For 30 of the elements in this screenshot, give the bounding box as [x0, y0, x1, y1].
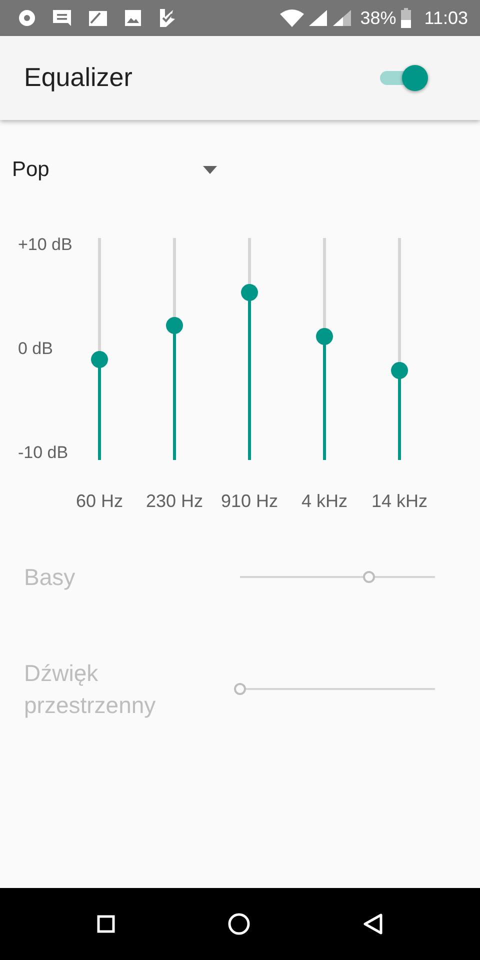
- db-label: 0 dB: [18, 338, 54, 360]
- disc-icon: [18, 9, 36, 27]
- circle-icon: [228, 912, 250, 935]
- effect-label: Basy: [24, 562, 76, 592]
- frequency-label: 4 kHz: [301, 490, 348, 512]
- wifi-icon: [280, 9, 304, 27]
- toggle-switch[interactable]: [378, 63, 428, 93]
- battery-icon: [400, 8, 412, 28]
- triangle-icon: [363, 912, 384, 935]
- db-label: +10 dB: [18, 234, 74, 256]
- checkmark-icon: [158, 8, 176, 28]
- signal-icon: [308, 9, 328, 27]
- caret-icon: [203, 166, 217, 174]
- clock-time: 11:03: [424, 6, 468, 30]
- square-icon: [96, 914, 115, 933]
- battery-percentage: 38%: [360, 6, 396, 30]
- note-icon: [88, 9, 108, 27]
- signal-icon: [332, 9, 352, 27]
- frequency-label: 910 Hz: [220, 490, 278, 512]
- home-button[interactable]: [228, 912, 250, 936]
- db-label: -10 dB: [18, 442, 70, 464]
- frequency-label: 14 kHz: [371, 490, 428, 512]
- screen-title: Equalizer: [24, 62, 132, 94]
- frequency-label: 60 Hz: [76, 490, 124, 512]
- message-icon: [52, 9, 72, 27]
- image-icon: [124, 9, 142, 27]
- back-button[interactable]: [363, 912, 384, 936]
- frequency-label: 230 Hz: [146, 490, 204, 512]
- preset-dropdown[interactable]: Pop: [12, 154, 217, 186]
- effect-label: Dźwięk przestrzenny: [24, 658, 157, 720]
